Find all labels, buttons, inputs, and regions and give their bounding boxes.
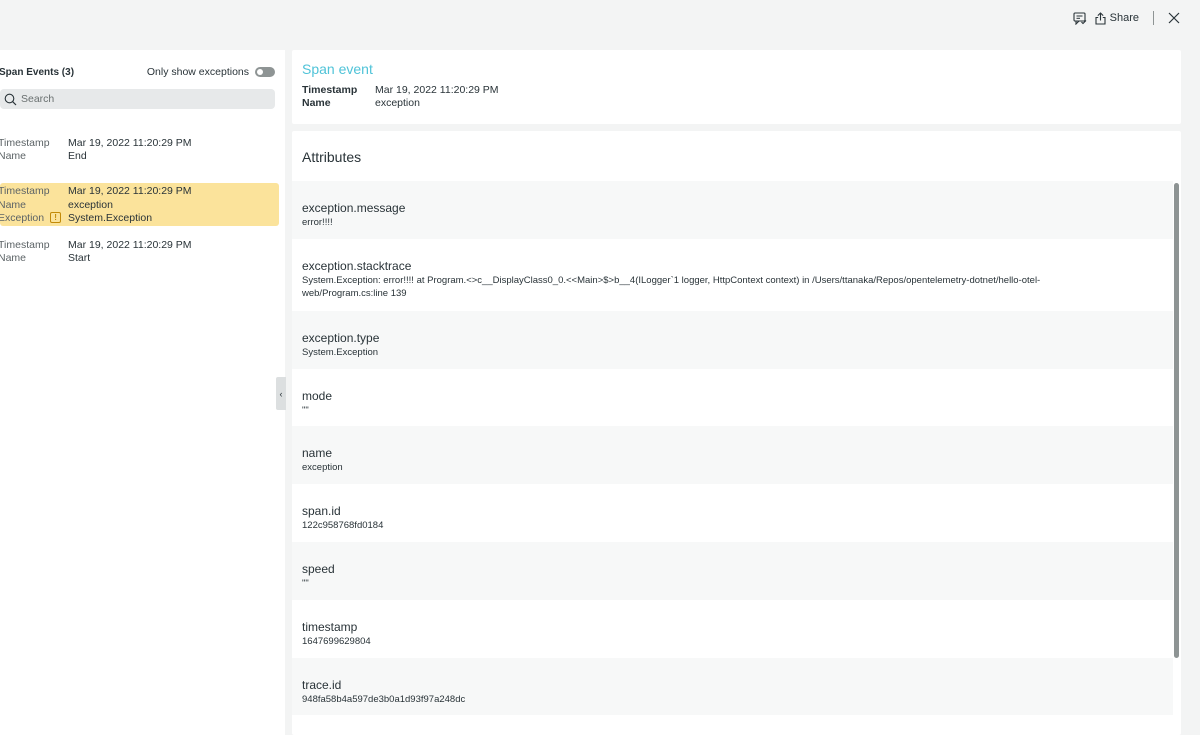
share-button[interactable]: Share: [1095, 11, 1139, 25]
event-exception: System.Exception: [68, 211, 153, 224]
timestamp-label: Timestamp: [302, 84, 358, 96]
attribute-row: exception.stacktrace System.Exception: e…: [292, 239, 1173, 311]
name-label: Name: [302, 97, 331, 109]
event-name: End: [68, 149, 87, 162]
attribute-key: exception.type: [302, 330, 380, 345]
attribute-value: 1647699629804: [302, 635, 371, 647]
feedback-icon[interactable]: [1073, 11, 1087, 25]
timestamp-label: Timestamp: [0, 185, 50, 198]
list-item-selected[interactable]: Timestamp Mar 19, 2022 11:20:29 PM Name …: [0, 182, 279, 227]
name-label: Name: [0, 252, 27, 265]
attributes-scrollbar[interactable]: [1174, 183, 1179, 658]
list-item[interactable]: Timestamp Mar 19, 2022 11:20:29 PM Name …: [0, 134, 279, 165]
attribute-row: name exception: [292, 426, 1173, 485]
attribute-key: exception.stacktrace: [302, 258, 412, 273]
attribute-value: System.Exception: [302, 346, 379, 358]
span-event-list: Timestamp Mar 19, 2022 11:20:29 PM Name …: [0, 130, 285, 267]
attribute-row: exception.type System.Exception: [292, 310, 1173, 369]
attribute-row: span.id 122c958768fd0184: [292, 484, 1173, 542]
event-timestamp: Mar 19, 2022 11:20:29 PM: [68, 185, 192, 198]
exceptions-filter: Only show exceptions: [147, 66, 275, 78]
attribute-key: mode: [302, 388, 333, 403]
name-label: Name: [0, 149, 27, 162]
span-event-name: exception: [375, 97, 420, 109]
span-event-card: Span event Timestamp Mar 19, 2022 11:20:…: [292, 50, 1181, 124]
span-event-title: Span event: [302, 61, 373, 77]
event-name: Start: [68, 252, 91, 265]
collapse-panel-button[interactable]: ‹: [276, 377, 286, 410]
attribute-value: error!!!!: [302, 217, 333, 228]
attribute-row: timestamp 1647699629804: [292, 600, 1173, 658]
timestamp-label: Timestamp: [0, 136, 50, 149]
span-events-header: Span Events (3) Only show exceptions: [0, 64, 285, 80]
exception-label-wrap: Exception !: [0, 212, 68, 224]
exceptions-toggle-label: Only show exceptions: [146, 66, 249, 78]
warning-icon: !: [50, 212, 62, 224]
chevron-left-icon: ‹: [279, 388, 283, 399]
name-label: Name: [0, 198, 27, 211]
attribute-key: span.id: [302, 504, 341, 519]
search-input[interactable]: [21, 93, 261, 105]
attributes-heading: Attributes: [302, 149, 362, 165]
attribute-value: 948fa58b4a597de3b0a1d93f97a248dc: [302, 693, 466, 705]
attribute-row: trace.id 948fa58b4a597de3b0a1d93f97a248d…: [292, 657, 1173, 716]
timestamp-label: Timestamp: [0, 239, 50, 252]
search-box: [0, 89, 275, 109]
share-icon: [1095, 11, 1106, 25]
attribute-key: speed: [302, 561, 335, 576]
search-icon: [4, 93, 17, 105]
list-item[interactable]: Timestamp Mar 19, 2022 11:20:29 PM Name …: [0, 236, 279, 267]
event-timestamp: Mar 19, 2022 11:20:29 PM: [68, 239, 192, 252]
toolbar-divider: [1153, 11, 1154, 25]
attribute-value: System.Exception: error!!!! at Program.<…: [302, 274, 1041, 299]
attribute-row: mode "": [292, 369, 1173, 427]
attribute-key: name: [302, 446, 333, 461]
toolbar-actions: Share: [1073, 11, 1180, 25]
attribute-value: exception: [302, 462, 343, 474]
close-icon[interactable]: [1168, 12, 1180, 24]
share-label: Share: [1109, 12, 1139, 24]
span-event-timestamp-row: Timestamp Mar 19, 2022 11:20:29 PM: [302, 84, 499, 96]
event-name: exception: [68, 198, 113, 211]
attribute-key: exception.message: [302, 201, 406, 215]
attribute-value: "": [302, 404, 309, 416]
exception-label: Exception: [0, 211, 45, 224]
span-event-timestamp: Mar 19, 2022 11:20:29 PM: [375, 84, 499, 96]
attribute-key: trace.id: [302, 677, 342, 692]
attributes-card: Attributes exception.message error!!!! e…: [292, 131, 1181, 735]
exceptions-toggle[interactable]: [255, 67, 275, 77]
span-events-title: Span Events (3): [0, 66, 75, 78]
span-events-panel: Span Events (3) Only show exceptions Tim…: [0, 50, 285, 735]
event-timestamp: Mar 19, 2022 11:20:29 PM: [68, 136, 192, 149]
top-toolbar: Share: [0, 0, 1200, 42]
attributes-list: exception.message error!!!! exception.st…: [292, 181, 1181, 716]
attribute-key: timestamp: [302, 619, 358, 634]
attribute-value: "": [302, 577, 309, 589]
span-event-name-row: Name exception: [302, 97, 420, 109]
attribute-value: 122c958768fd0184: [302, 520, 384, 532]
attribute-row: speed "": [292, 541, 1173, 600]
attribute-row: exception.message error!!!!: [292, 181, 1173, 239]
